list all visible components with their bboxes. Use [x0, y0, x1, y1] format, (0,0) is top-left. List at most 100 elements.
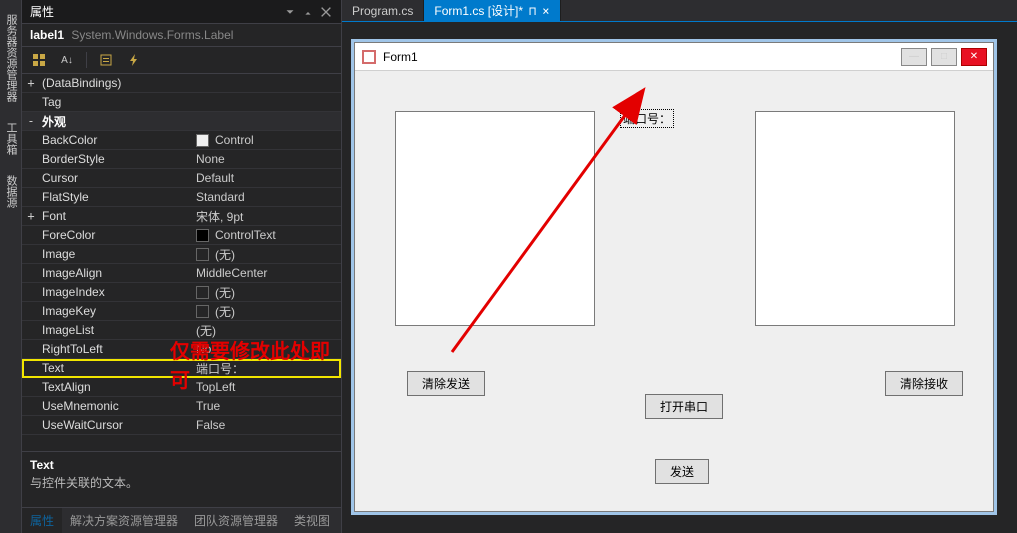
prop-row-cursor[interactable]: Cursor Default: [22, 169, 341, 188]
properties-header: 属性: [22, 0, 341, 24]
maximize-button[interactable]: □: [931, 48, 957, 66]
prop-val[interactable]: Control: [190, 133, 341, 147]
prop-row-imageindex[interactable]: ImageIndex (无): [22, 283, 341, 302]
bottom-tab-class-view[interactable]: 类视图: [286, 508, 338, 533]
prop-row-flatstyle[interactable]: FlatStyle Standard: [22, 188, 341, 207]
bottom-tab-solution-explorer[interactable]: 解决方案资源管理器: [62, 508, 186, 533]
left-toolwindow-strip: 服务器资源管理器 工具箱 数据源: [0, 0, 22, 533]
empty-swatch: [196, 286, 209, 299]
prop-key: ForeColor: [40, 228, 190, 242]
prop-row-imagealign[interactable]: ImageAlign MiddleCenter: [22, 264, 341, 283]
prop-val[interactable]: No: [190, 342, 341, 356]
form1-window[interactable]: Form1 — □ ✕ 端口号： 清除发送 打开串口 清除接收 发送: [354, 42, 994, 512]
side-tab-server-explorer[interactable]: 服务器资源管理器: [0, 10, 21, 106]
bottom-tab-properties[interactable]: 属性: [22, 508, 62, 533]
prop-val[interactable]: MiddleCenter: [190, 266, 341, 280]
pin-icon[interactable]: ⊓: [529, 4, 536, 18]
prop-row-borderstyle[interactable]: BorderStyle None: [22, 150, 341, 169]
prop-key: Image: [40, 247, 190, 261]
designer-surface[interactable]: Form1 — □ ✕ 端口号： 清除发送 打开串口 清除接收 发送: [342, 22, 1017, 533]
prop-row-textalign[interactable]: TextAlign TopLeft: [22, 378, 341, 397]
document-tabs: Program.cs Form1.cs [设计]* ⊓ ×: [342, 0, 1017, 22]
prop-val[interactable]: (无): [190, 303, 341, 320]
prop-key: ImageKey: [40, 304, 190, 318]
prop-row-imagekey[interactable]: ImageKey (无): [22, 302, 341, 321]
prop-row-text[interactable]: Text 端口号：: [22, 359, 341, 378]
doc-tab-label: Program.cs: [352, 4, 413, 18]
prop-val[interactable]: Default: [190, 171, 341, 185]
doc-tab-program[interactable]: Program.cs: [342, 0, 424, 21]
prop-row-imagelist[interactable]: ImageList (无): [22, 321, 341, 340]
prop-key: Cursor: [40, 171, 190, 185]
textbox-recv[interactable]: [755, 111, 955, 326]
categorized-button[interactable]: [28, 50, 50, 70]
prop-row-tag[interactable]: Tag: [22, 93, 341, 112]
prop-row-font[interactable]: + Font 宋体, 9pt: [22, 207, 341, 226]
form-icon: [361, 49, 377, 65]
alphabetical-button[interactable]: A↓: [56, 50, 78, 70]
prop-key: RightToLeft: [40, 342, 190, 356]
prop-row-righttoleft[interactable]: RightToLeft No: [22, 340, 341, 359]
prop-val[interactable]: True: [190, 399, 341, 413]
pin-icon[interactable]: [301, 5, 315, 19]
prop-key: Font: [40, 209, 190, 223]
selected-object-line[interactable]: label1 System.Windows.Forms.Label: [22, 24, 341, 47]
prop-val[interactable]: (无): [190, 284, 341, 301]
prop-val[interactable]: TopLeft: [190, 380, 341, 394]
object-type: System.Windows.Forms.Label: [71, 28, 233, 42]
prop-val[interactable]: ControlText: [190, 228, 341, 242]
doc-tab-form-designer[interactable]: Form1.cs [设计]* ⊓ ×: [424, 0, 560, 21]
button-open-port[interactable]: 打开串口: [645, 394, 723, 419]
properties-grid[interactable]: + (DataBindings) Tag - 外观 BackColor Cont…: [22, 74, 341, 451]
form-titlebar[interactable]: Form1 — □ ✕: [355, 43, 993, 71]
prop-row-usewaitcursor[interactable]: UseWaitCursor False: [22, 416, 341, 435]
form-body[interactable]: 端口号： 清除发送 打开串口 清除接收 发送: [355, 71, 993, 511]
property-help-box: Text 与控件关联的文本。: [22, 451, 341, 507]
bottom-tab-team-explorer[interactable]: 团队资源管理器: [186, 508, 286, 533]
prop-row-image[interactable]: Image (无): [22, 245, 341, 264]
side-tab-toolbox[interactable]: 工具箱: [0, 118, 21, 159]
close-button[interactable]: ✕: [961, 48, 987, 66]
document-area: Program.cs Form1.cs [设计]* ⊓ × Form1 — □ …: [342, 0, 1017, 533]
events-button[interactable]: [123, 50, 145, 70]
category-name: 外观: [40, 113, 190, 130]
prop-val[interactable]: 宋体, 9pt: [190, 208, 341, 225]
side-tab-datasources[interactable]: 数据源: [0, 171, 21, 212]
close-icon[interactable]: ×: [542, 4, 549, 18]
prop-row-usemnemonic[interactable]: UseMnemonic True: [22, 397, 341, 416]
prop-val[interactable]: (无): [190, 246, 341, 263]
prop-row-backcolor[interactable]: BackColor Control: [22, 131, 341, 150]
button-send[interactable]: 发送: [655, 459, 709, 484]
button-clear-send[interactable]: 清除发送: [407, 371, 485, 396]
prop-val[interactable]: None: [190, 152, 341, 166]
prop-key: UseWaitCursor: [40, 418, 190, 432]
expand-icon[interactable]: +: [22, 76, 40, 90]
collapse-icon[interactable]: -: [22, 114, 40, 128]
prop-key: Tag: [40, 95, 190, 109]
toolbar-divider: [86, 52, 87, 68]
prop-key: ImageAlign: [40, 266, 190, 280]
close-icon[interactable]: [319, 5, 333, 19]
properties-button[interactable]: [95, 50, 117, 70]
prop-val[interactable]: False: [190, 418, 341, 432]
properties-toolbar: A↓: [22, 47, 341, 74]
textbox-send[interactable]: [395, 111, 595, 326]
expand-icon[interactable]: +: [22, 209, 40, 223]
prop-key: UseMnemonic: [40, 399, 190, 413]
category-appearance[interactable]: - 外观: [22, 112, 341, 131]
object-name: label1: [30, 28, 64, 42]
prop-row-databindings[interactable]: + (DataBindings): [22, 74, 341, 93]
minimize-button[interactable]: —: [901, 48, 927, 66]
prop-val[interactable]: Standard: [190, 190, 341, 204]
prop-val[interactable]: 端口号：: [190, 360, 341, 377]
color-swatch: [196, 229, 209, 242]
dropdown-icon[interactable]: [283, 5, 297, 19]
properties-title: 属性: [30, 3, 279, 20]
prop-key: BorderStyle: [40, 152, 190, 166]
prop-key: Text: [40, 361, 190, 375]
label-port[interactable]: 端口号：: [620, 109, 674, 128]
prop-val[interactable]: (无): [190, 322, 341, 339]
button-clear-recv[interactable]: 清除接收: [885, 371, 963, 396]
prop-row-forecolor[interactable]: ForeColor ControlText: [22, 226, 341, 245]
help-property-desc: 与控件关联的文本。: [30, 474, 333, 491]
